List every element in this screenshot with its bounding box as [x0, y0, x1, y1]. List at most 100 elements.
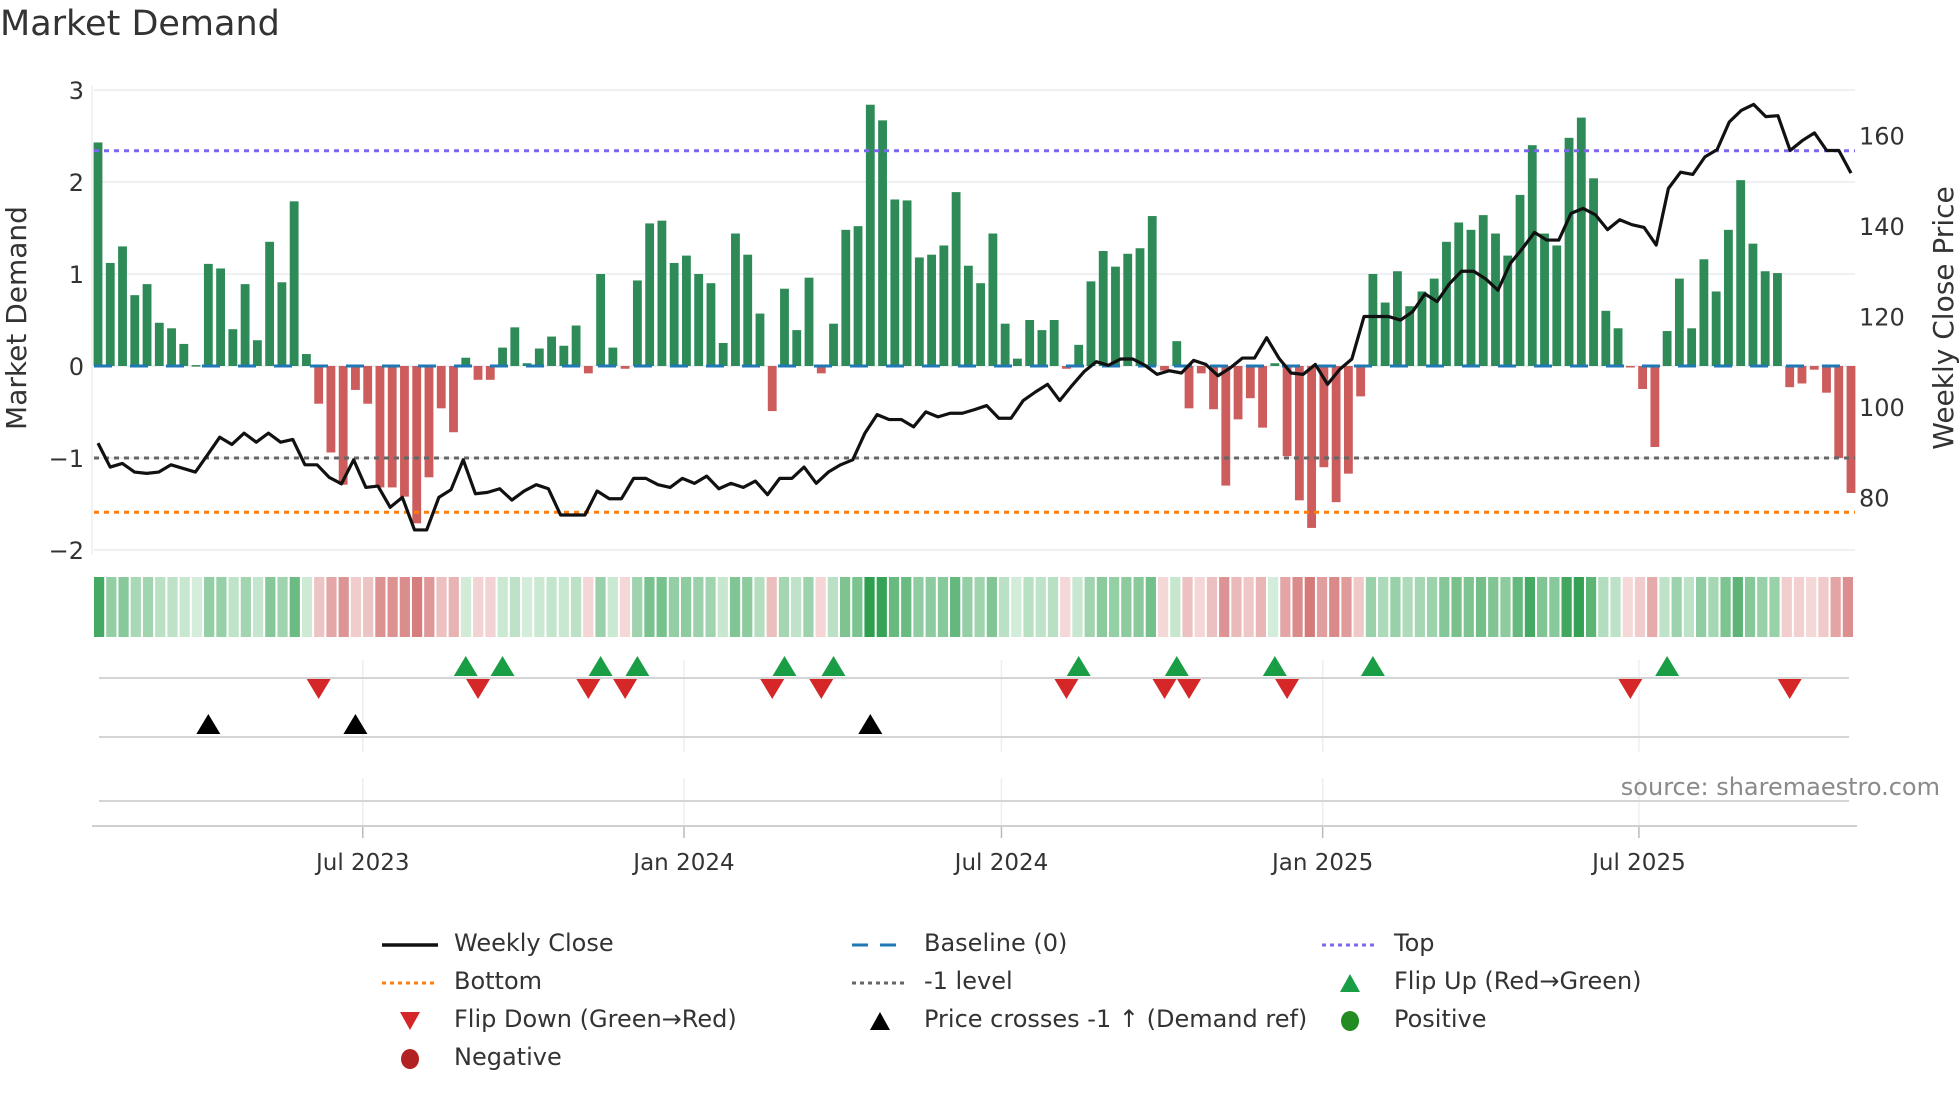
heatmap-cell: [729, 577, 741, 637]
demand-bar: [1650, 366, 1660, 447]
price-cross-marker: [196, 714, 221, 734]
heatmap-cell: [265, 577, 276, 637]
heatmap-cell: [998, 577, 1010, 637]
demand-bar: [1147, 216, 1157, 366]
demand-bar: [154, 322, 164, 366]
heatmap-cell: [1011, 577, 1022, 637]
heatmap-cell: [497, 577, 508, 637]
demand-bar: [767, 366, 777, 412]
demand-bar: [792, 330, 802, 366]
heatmap-cell: [839, 577, 851, 637]
heatmap-cell: [1463, 577, 1474, 637]
heatmap-cell: [1084, 577, 1095, 637]
demand-bar: [142, 284, 152, 366]
demand-bar: [1564, 137, 1574, 366]
demand-bar: [1552, 245, 1562, 366]
demand-bar: [1454, 222, 1464, 366]
heatmap-cell: [1500, 577, 1511, 637]
demand-bar: [498, 347, 507, 366]
heatmap-cell: [363, 577, 374, 637]
demand-bar: [1711, 291, 1721, 366]
demand-bar: [547, 336, 556, 366]
x-tick-label: Jul 2023: [314, 850, 410, 876]
legend-item[interactable]: Flip Down (Green→Red): [380, 1001, 737, 1037]
heatmap-cell: [522, 577, 533, 637]
legend-item[interactable]: Baseline (0): [850, 925, 1067, 961]
flip-down-marker: [576, 679, 601, 699]
heatmap-cell: [1219, 577, 1230, 637]
heatmap-cell: [1475, 577, 1487, 637]
triangle-up-icon: [850, 1009, 910, 1030]
legend-item[interactable]: Price crosses -1 ↑ (Demand ref): [850, 1001, 1307, 1037]
heatmap-cell: [228, 577, 239, 637]
heatmap-cell: [1268, 577, 1279, 637]
legend-item[interactable]: Positive: [1320, 1001, 1487, 1037]
y-tick-label: 1: [69, 261, 84, 289]
demand-bar: [449, 366, 458, 433]
demand-bar: [252, 340, 262, 366]
legend-item[interactable]: Top: [1320, 925, 1435, 961]
heatmap-cell: [1769, 577, 1780, 637]
heatmap-cell: [913, 577, 924, 637]
heatmap-cell: [1157, 577, 1169, 637]
price-cross-marker: [858, 714, 883, 734]
heatmap-cell: [1757, 577, 1768, 637]
demand-bar: [694, 274, 704, 366]
flip-down-marker: [306, 679, 331, 699]
heatmap-cell: [742, 577, 753, 637]
demand-bar: [326, 366, 336, 453]
demand-bar: [706, 283, 716, 366]
demand-bar: [105, 262, 115, 366]
demand-bar: [1123, 253, 1133, 366]
demand-bar: [669, 262, 679, 366]
legend-label: Positive: [1394, 1005, 1487, 1033]
heatmap-cell: [1622, 577, 1633, 637]
heatmap-cell: [314, 577, 325, 637]
legend-item[interactable]: Bottom: [380, 963, 542, 999]
heatmap-cell: [1316, 577, 1328, 637]
demand-bar: [1625, 366, 1635, 368]
heatmap-cell: [619, 577, 631, 637]
demand-bar: [1442, 241, 1451, 366]
legend: Weekly Close Baseline (0) Top Bottom -1 leve…: [380, 925, 1780, 1085]
heatmap-cell: [1182, 577, 1193, 637]
demand-bar: [228, 329, 238, 366]
y-tick-label: 2: [69, 169, 84, 197]
triangle-down-icon: [380, 1009, 440, 1030]
y2-tick-label: 100: [1859, 394, 1905, 422]
heatmap-cell: [962, 577, 973, 637]
heatmap-cell: [130, 577, 141, 637]
heatmap-cell: [1378, 577, 1389, 637]
heatmap-cell: [1047, 577, 1059, 637]
heatmap-cell: [1683, 577, 1695, 637]
demand-bar: [1822, 366, 1831, 393]
y-tick-label: 3: [69, 77, 84, 105]
heatmap-cell: [142, 577, 154, 637]
heatmap-cell: [1585, 577, 1597, 637]
legend-item[interactable]: Negative: [380, 1039, 562, 1075]
demand-bar: [1478, 215, 1488, 366]
demand-bar: [351, 366, 360, 390]
demand-bar: [1589, 178, 1598, 366]
heatmap-cell: [1781, 577, 1792, 637]
heatmap-cell: [509, 577, 521, 637]
heatmap-cell: [411, 577, 423, 637]
flip-up-marker: [1066, 656, 1091, 676]
heatmap-cell: [1806, 577, 1817, 637]
heatmap-cell: [375, 577, 386, 637]
price-cross-marker: [343, 714, 368, 734]
flip-up-marker: [1655, 656, 1680, 676]
demand-bar: [1601, 310, 1611, 366]
heatmap-cell: [607, 577, 618, 637]
demand-bar: [1699, 259, 1709, 366]
heatmap-cell: [1732, 577, 1743, 637]
legend-item[interactable]: Weekly Close: [380, 925, 614, 961]
heatmap-cell: [1035, 577, 1046, 637]
legend-item[interactable]: -1 level: [850, 963, 1013, 999]
heatmap-cell: [1109, 577, 1120, 637]
legend-label: Negative: [454, 1043, 562, 1071]
demand-bar: [1172, 341, 1182, 366]
heatmap-cell: [974, 577, 985, 637]
heatmap-cell: [901, 577, 912, 637]
legend-item[interactable]: Flip Up (Red→Green): [1320, 963, 1642, 999]
